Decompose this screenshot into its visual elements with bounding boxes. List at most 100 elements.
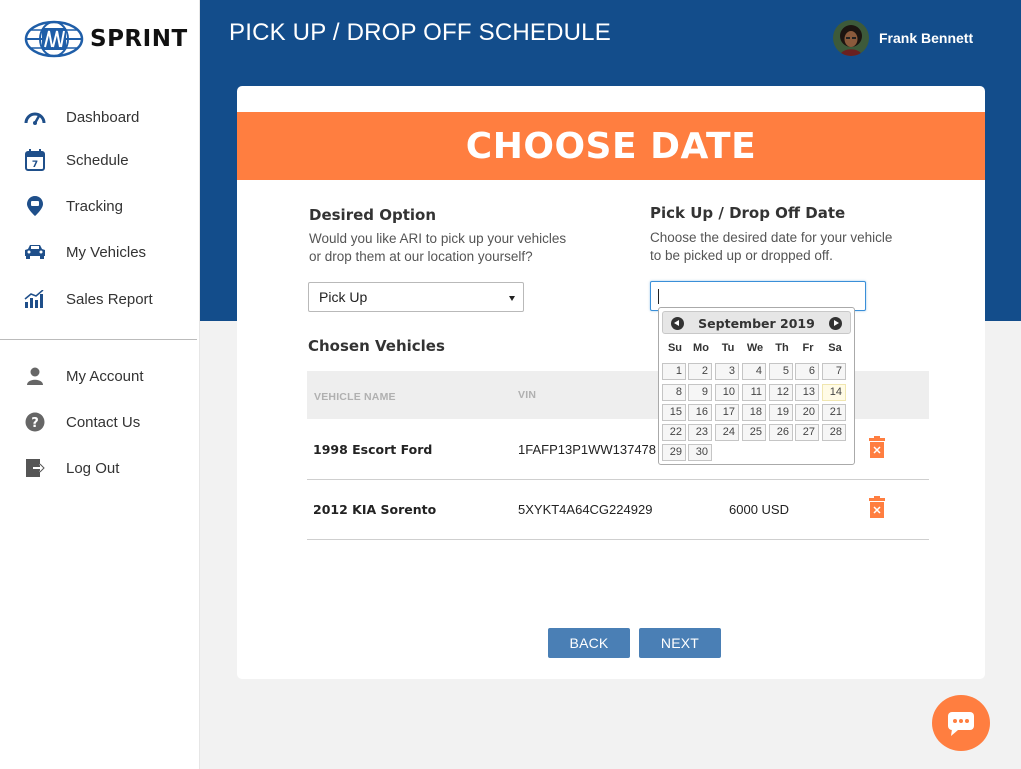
calendar-day[interactable]: 21 <box>822 404 846 421</box>
help-icon: ? <box>24 411 46 433</box>
column-header-vehicle-name: VEHICLE NAME <box>314 391 396 403</box>
desired-option-title: Desired Option <box>309 206 437 224</box>
weekday-header: Th <box>775 342 789 354</box>
calendar-day[interactable]: 20 <box>795 404 819 421</box>
description-line: to be picked up or dropped off. <box>650 248 833 263</box>
calendar-icon: 7 <box>24 149 46 171</box>
dashboard-gauge-icon <box>24 106 46 128</box>
weekday-header: Tu <box>721 342 735 354</box>
location-pin-icon <box>24 195 46 217</box>
calendar-day[interactable]: 28 <box>822 424 846 441</box>
sidebar-item-label: Schedule <box>66 151 129 169</box>
logout-icon <box>24 457 46 479</box>
calendar-day[interactable]: 3 <box>715 363 739 380</box>
next-button[interactable]: NEXT <box>639 628 721 658</box>
svg-text:?: ? <box>31 416 39 431</box>
calendar-day[interactable]: 6 <box>795 363 819 380</box>
calendar-day[interactable]: 9 <box>688 384 712 401</box>
banner-title: CHOOSE DATE <box>465 125 757 167</box>
vehicle-name: 1998 Escort Ford <box>313 442 433 457</box>
calendar-day[interactable]: 26 <box>769 424 793 441</box>
calendar-day[interactable]: 14 <box>822 384 846 401</box>
brand-name: SPRINT <box>90 26 188 52</box>
delete-trash-icon[interactable] <box>869 495 885 519</box>
calendar-day[interactable]: 12 <box>769 384 793 401</box>
sprint-logo[interactable]: SPRINT <box>24 20 188 58</box>
datepicker-month-label: September 2019 <box>698 316 815 331</box>
globe-logo-icon <box>24 20 84 58</box>
sidebar-item-label: Log Out <box>66 459 120 477</box>
calendar-day[interactable]: 7 <box>822 363 846 380</box>
weekday-header: Fr <box>802 342 814 354</box>
column-header-vin: VIN <box>518 389 537 401</box>
calendar-day[interactable]: 10 <box>715 384 739 401</box>
text-cursor <box>658 289 659 304</box>
calendar-day[interactable]: 11 <box>742 384 766 401</box>
datepicker-header: September 2019 <box>662 311 851 334</box>
vehicle-price: 6000 USD <box>729 502 789 517</box>
sidebar-item-label: Tracking <box>66 197 123 215</box>
sidebar-item-schedule[interactable]: 7 Schedule <box>0 140 198 180</box>
vehicle-name: 2012 KIA Sorento <box>313 502 437 517</box>
date-title: Pick Up / Drop Off Date <box>650 204 846 222</box>
calendar-day[interactable]: 18 <box>742 404 766 421</box>
choose-date-card: CHOOSE DATE Desired Option Would you lik… <box>237 86 985 679</box>
sidebar-item-dashboard[interactable]: Dashboard <box>0 97 198 137</box>
vehicle-vin: 1FAFP13P1WW137478 <box>518 442 657 457</box>
chosen-vehicles-title: Chosen Vehicles <box>308 337 445 355</box>
select-value: Pick Up <box>319 289 368 305</box>
sidebar-item-contact-us[interactable]: ? Contact Us <box>0 402 198 442</box>
user-icon <box>24 365 46 387</box>
calendar-day[interactable]: 23 <box>688 424 712 441</box>
weekday-header: Su <box>667 342 683 354</box>
calendar-day[interactable]: 13 <box>795 384 819 401</box>
sidebar: SPRINT Dashboard 7 Schedule Tracking My … <box>0 0 200 769</box>
sidebar-item-my-vehicles[interactable]: My Vehicles <box>0 232 198 272</box>
calendar-day[interactable]: 25 <box>742 424 766 441</box>
chat-bubble-icon <box>948 712 974 736</box>
calendar-day[interactable]: 29 <box>662 444 686 461</box>
avatar[interactable] <box>833 20 869 56</box>
date-description: Choose the desired date for your vehicle… <box>650 229 892 265</box>
weekday-header: We <box>746 342 764 354</box>
calendar-day[interactable]: 22 <box>662 424 686 441</box>
user-name: Frank Bennett <box>879 30 974 46</box>
sidebar-item-label: My Account <box>66 367 144 385</box>
bar-chart-icon <box>24 288 46 310</box>
datepicker-popup: September 2019 Su Mo Tu We Th Fr Sa 1 2 3 4 5 6 7 8 9 10… <box>658 307 855 465</box>
back-button[interactable]: BACK <box>548 628 630 658</box>
calendar-day[interactable]: 17 <box>715 404 739 421</box>
choose-date-banner: CHOOSE DATE <box>237 112 985 180</box>
description-line: or drop them at our location yourself? <box>309 249 533 264</box>
calendar-day[interactable]: 24 <box>715 424 739 441</box>
next-month-icon[interactable] <box>829 317 842 330</box>
chevron-down-icon <box>509 296 515 301</box>
weekday-header: Mo <box>693 342 709 354</box>
desired-option-description: Would you like ARI to pick up your vehic… <box>309 230 566 266</box>
calendar-day[interactable]: 15 <box>662 404 686 421</box>
sidebar-item-label: Sales Report <box>66 290 153 308</box>
calendar-day[interactable]: 30 <box>688 444 712 461</box>
calendar-day[interactable]: 2 <box>688 363 712 380</box>
calendar-day[interactable]: 5 <box>769 363 793 380</box>
sidebar-item-log-out[interactable]: Log Out <box>0 448 198 488</box>
chat-button[interactable] <box>932 695 990 751</box>
sidebar-item-sales-report[interactable]: Sales Report <box>0 279 198 319</box>
table-row: 2012 KIA Sorento 5XYKT4A64CG224929 6000 … <box>307 480 929 540</box>
calendar-day[interactable]: 4 <box>742 363 766 380</box>
calendar-day[interactable]: 1 <box>662 363 686 380</box>
desired-option-select[interactable]: Pick Up <box>308 282 524 312</box>
svg-text:7: 7 <box>32 160 38 170</box>
sidebar-item-my-account[interactable]: My Account <box>0 356 198 396</box>
user-profile[interactable]: Frank Bennett <box>833 20 973 56</box>
car-icon <box>24 241 46 263</box>
calendar-day[interactable]: 19 <box>769 404 793 421</box>
calendar-day[interactable]: 8 <box>662 384 686 401</box>
sidebar-item-tracking[interactable]: Tracking <box>0 186 198 226</box>
delete-trash-icon[interactable] <box>869 435 885 459</box>
page-title: PICK UP / DROP OFF SCHEDULE <box>229 19 611 46</box>
sidebar-item-label: Dashboard <box>66 108 140 126</box>
calendar-day[interactable]: 16 <box>688 404 712 421</box>
sidebar-item-label: Contact Us <box>66 413 141 431</box>
calendar-day[interactable]: 27 <box>795 424 819 441</box>
